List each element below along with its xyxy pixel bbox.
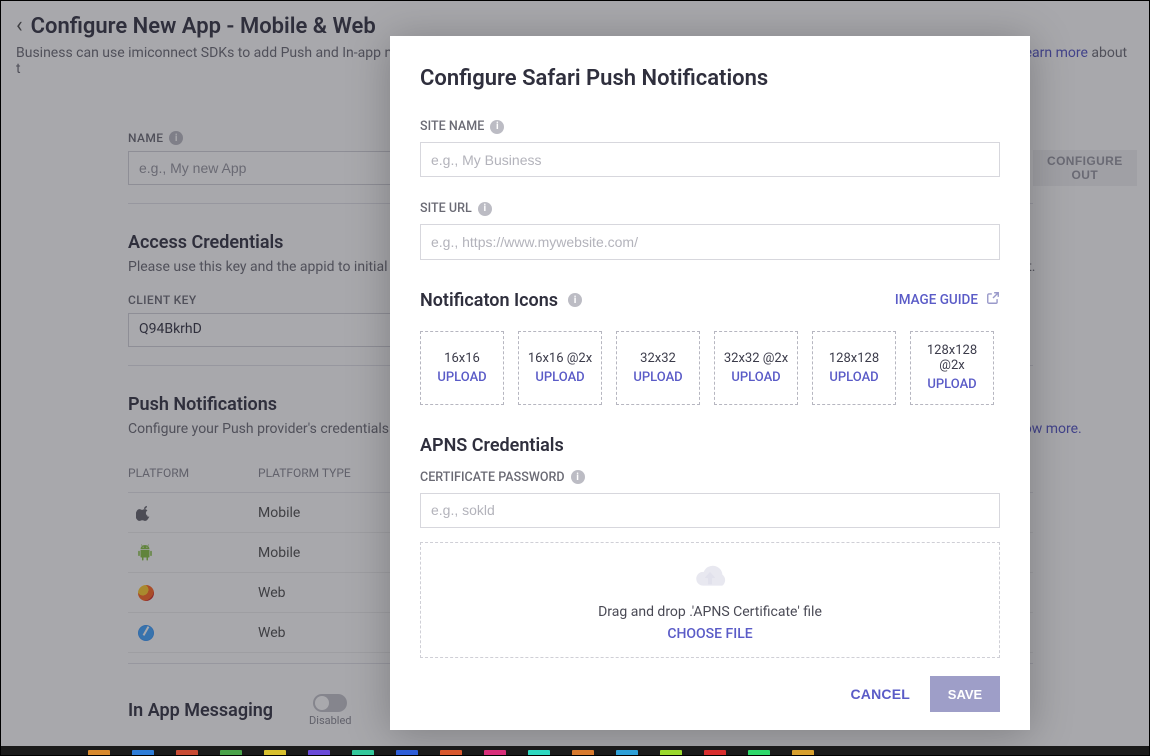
taskbar-app-icon[interactable] — [572, 750, 594, 756]
taskbar-app-icon[interactable] — [704, 750, 726, 756]
taskbar-app-icon[interactable] — [308, 750, 330, 756]
icon-slot-128[interactable]: 128x128 UPLOAD — [812, 331, 896, 405]
slot-size: 32x32 — [640, 351, 676, 366]
icon-slot-16-2x[interactable]: 16x16 @2x UPLOAD — [518, 331, 602, 405]
info-icon[interactable]: i — [490, 120, 504, 134]
icon-slot-16[interactable]: 16x16 UPLOAD — [420, 331, 504, 405]
icon-slot-128-2x[interactable]: 128x128 @2x UPLOAD — [910, 331, 994, 405]
notification-icons-heading: Notificaton Icons i — [420, 290, 582, 311]
slot-upload: UPLOAD — [829, 370, 878, 385]
taskbar-app-icon[interactable] — [616, 750, 638, 756]
save-button[interactable]: SAVE — [930, 676, 1000, 712]
taskbar — [0, 746, 1150, 756]
slot-upload: UPLOAD — [731, 370, 780, 385]
taskbar-app-icon[interactable] — [132, 750, 154, 756]
icons-heading-row: Notificaton Icons i IMAGE GUIDE — [420, 290, 1000, 311]
image-guide-link[interactable]: IMAGE GUIDE — [895, 291, 1000, 309]
slot-upload: UPLOAD — [927, 377, 976, 392]
site-url-input[interactable] — [420, 224, 1000, 259]
slot-size: 32x32 @2x — [724, 351, 788, 366]
slot-upload: UPLOAD — [633, 370, 682, 385]
taskbar-app-icon[interactable] — [440, 750, 462, 756]
taskbar-app-icon[interactable] — [220, 750, 242, 756]
site-name-label: SITE NAME i — [420, 119, 1000, 134]
slot-upload: UPLOAD — [535, 370, 584, 385]
site-name-input[interactable] — [420, 142, 1000, 177]
cert-password-input[interactable] — [420, 493, 1000, 528]
notification-icons-heading-text: Notificaton Icons — [420, 290, 558, 311]
taskbar-app-icon[interactable] — [88, 750, 110, 756]
taskbar-app-icon[interactable] — [352, 750, 374, 756]
taskbar-app-icon[interactable] — [660, 750, 682, 756]
taskbar-app-icon[interactable] — [748, 750, 770, 756]
taskbar-app-icon[interactable] — [792, 750, 814, 756]
info-icon[interactable]: i — [568, 293, 582, 307]
certificate-dropzone[interactable]: Drag and drop .'APNS Certificate' file C… — [420, 542, 1000, 658]
slot-size: 16x16 @2x — [528, 351, 592, 366]
site-url-label-text: SITE URL — [420, 201, 472, 216]
choose-file-link[interactable]: CHOOSE FILE — [667, 626, 752, 642]
cert-password-label-text: CERTIFICATE PASSWORD — [420, 470, 565, 485]
info-icon[interactable]: i — [571, 470, 585, 484]
taskbar-app-icon[interactable] — [396, 750, 418, 756]
slot-size: 128x128 @2x — [913, 343, 991, 373]
cloud-upload-icon — [688, 558, 732, 598]
cert-password-label: CERTIFICATE PASSWORD i — [420, 470, 1000, 485]
icon-slot-32-2x[interactable]: 32x32 @2x UPLOAD — [714, 331, 798, 405]
external-link-icon — [986, 291, 1000, 309]
taskbar-app-icon[interactable] — [528, 750, 550, 756]
safari-push-modal: Configure Safari Push Notifications SITE… — [390, 36, 1030, 730]
slot-size: 128x128 — [829, 351, 879, 366]
image-guide-text: IMAGE GUIDE — [895, 292, 978, 308]
site-name-label-text: SITE NAME — [420, 119, 484, 134]
slot-size: 16x16 — [444, 351, 480, 366]
taskbar-app-icon[interactable] — [264, 750, 286, 756]
modal-footer: CANCEL SAVE — [420, 658, 1000, 730]
icon-slots: 16x16 UPLOAD 16x16 @2x UPLOAD 32x32 UPLO… — [420, 331, 1000, 405]
dropzone-text: Drag and drop .'APNS Certificate' file — [598, 604, 822, 620]
site-url-label: SITE URL i — [420, 201, 1000, 216]
modal-title: Configure Safari Push Notifications — [420, 66, 1000, 91]
cancel-button[interactable]: CANCEL — [850, 686, 910, 702]
apns-credentials-heading: APNS Credentials — [420, 435, 1000, 456]
info-icon[interactable]: i — [478, 202, 492, 216]
icon-slot-32[interactable]: 32x32 UPLOAD — [616, 331, 700, 405]
taskbar-app-icon[interactable] — [176, 750, 198, 756]
slot-upload: UPLOAD — [437, 370, 486, 385]
taskbar-app-icon[interactable] — [484, 750, 506, 756]
